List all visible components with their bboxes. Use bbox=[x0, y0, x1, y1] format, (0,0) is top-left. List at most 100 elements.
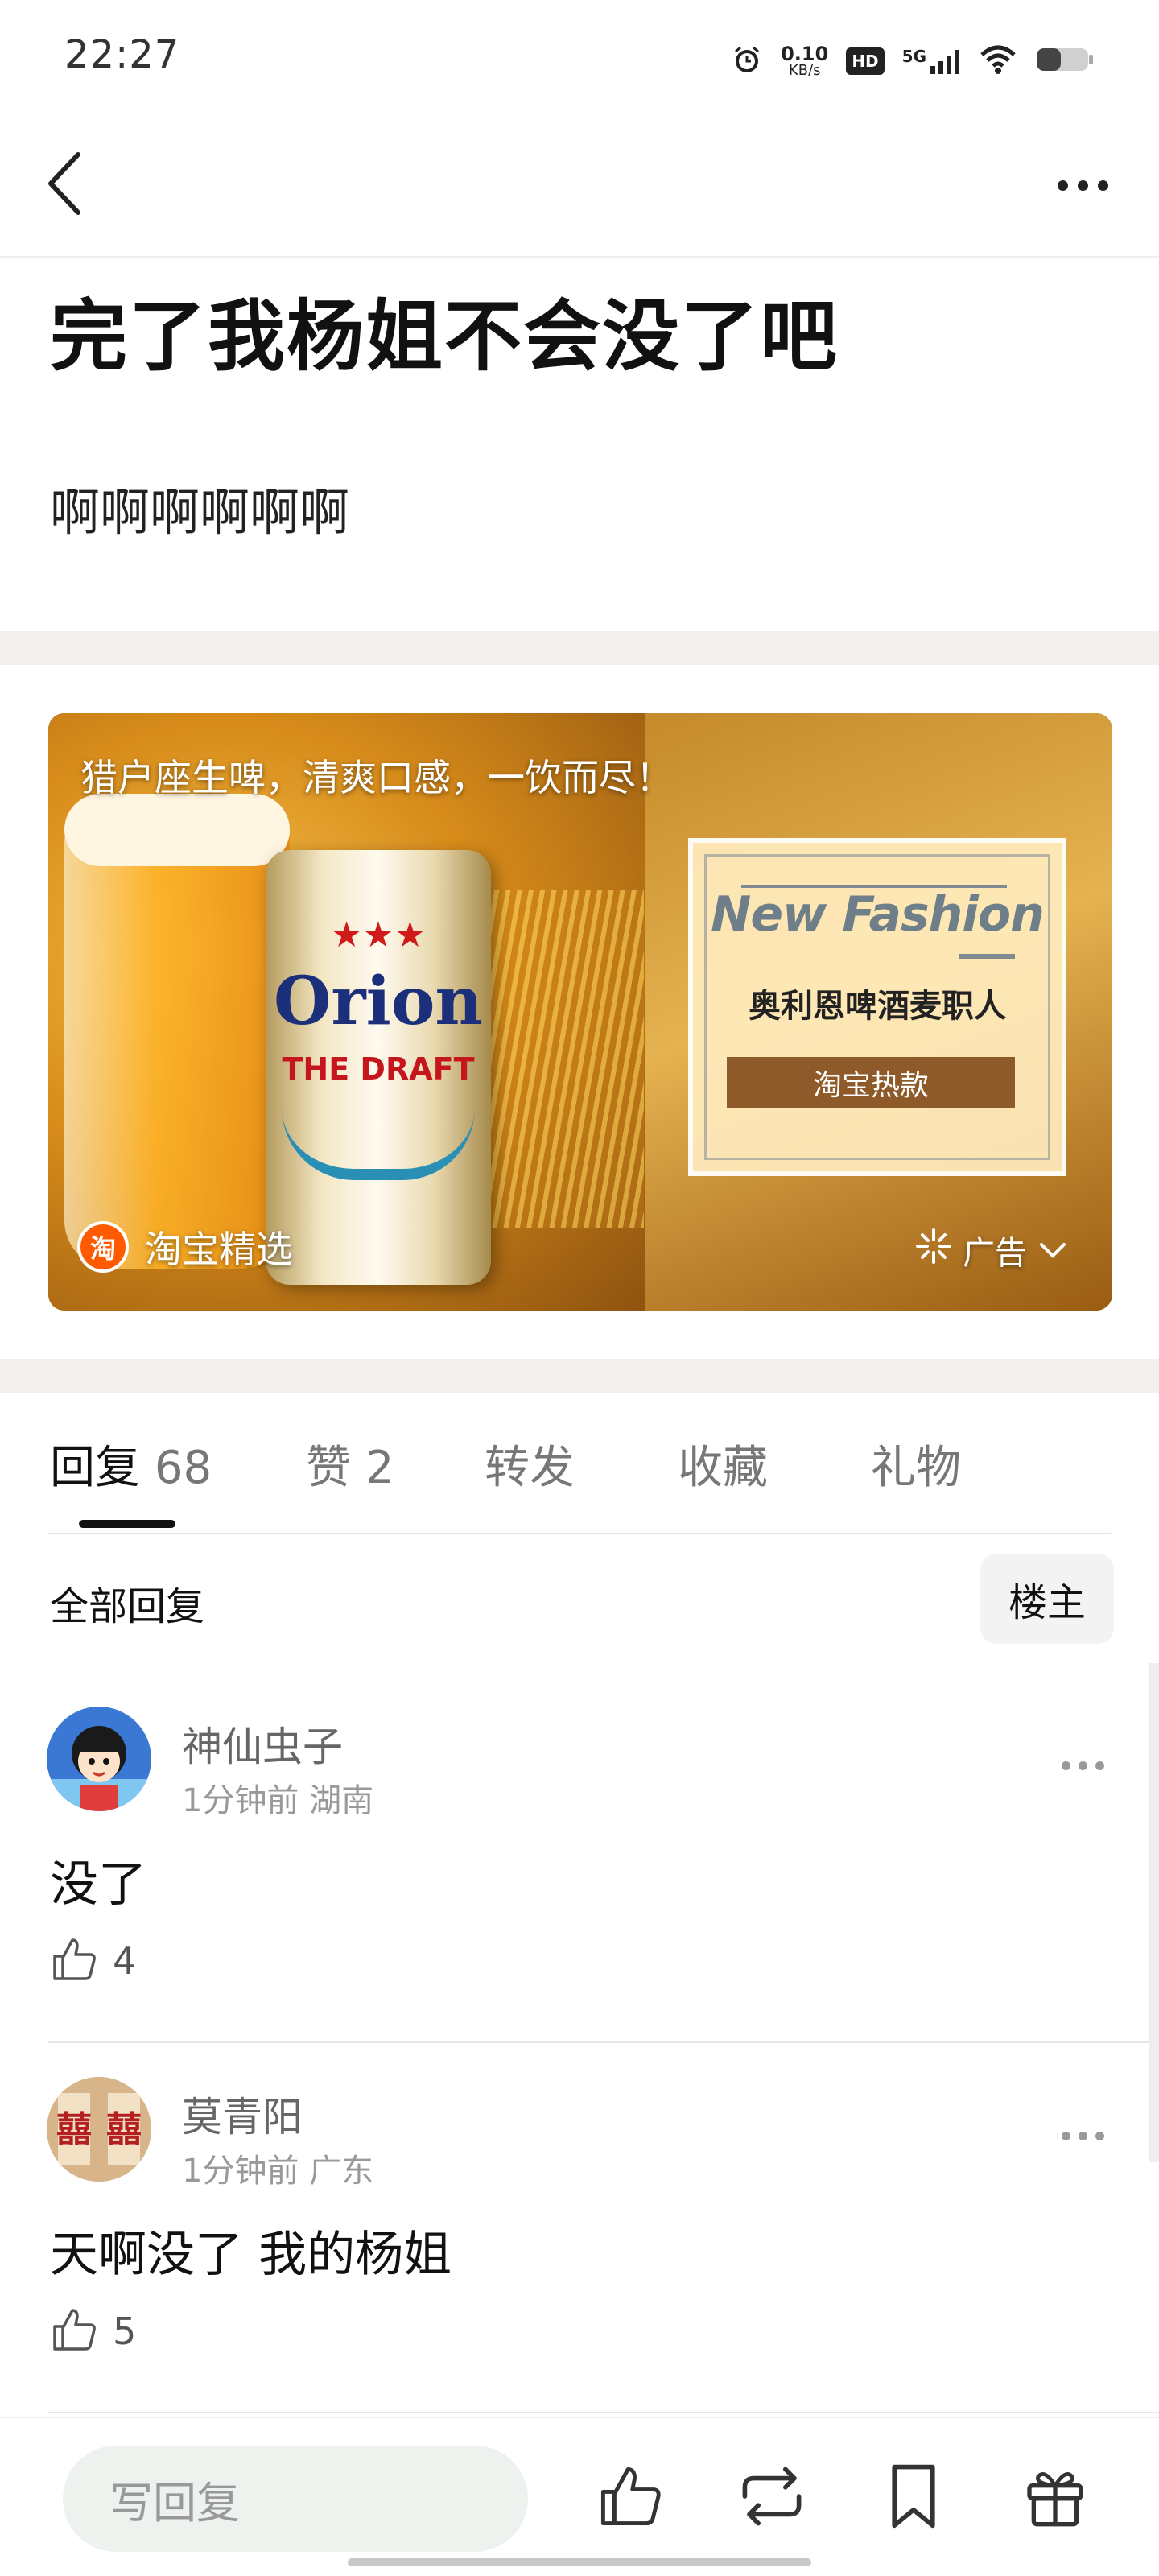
more-dot bbox=[1077, 180, 1088, 191]
ad-tag-label: 广告 bbox=[963, 1235, 1027, 1272]
thumbs-up-icon bbox=[50, 2306, 98, 2357]
hd-icon: HD bbox=[846, 47, 885, 75]
post-title: 完了我杨姐不会没了吧 bbox=[50, 291, 839, 382]
divider bbox=[48, 2412, 1159, 2413]
status-bar: 22:27 0.10 KB/s HD 5G bbox=[0, 0, 1159, 113]
repost-icon bbox=[736, 2462, 808, 2533]
alarm-icon bbox=[731, 43, 763, 79]
network-speed-unit: KB/s bbox=[788, 62, 821, 79]
ad-card[interactable]: ★★★ Orion THE DRAFT 猎户座生啤，清爽口感，一饮而尽！ New… bbox=[48, 713, 1112, 1311]
ad-source: 淘 淘宝精选 bbox=[77, 1220, 293, 1274]
chevron-down-icon bbox=[1038, 1232, 1067, 1269]
avatar[interactable]: 囍 囍 bbox=[47, 2077, 151, 2182]
more-dot bbox=[1062, 2132, 1070, 2140]
comment-text: 天啊没了 我的杨姐 bbox=[50, 2227, 452, 2283]
ad-hot-button[interactable]: 淘宝热款 bbox=[727, 1057, 1015, 1108]
beer-can-illustration: ★★★ Orion THE DRAFT bbox=[266, 850, 491, 1285]
comment-more-button[interactable] bbox=[1062, 2132, 1104, 2140]
tab-label: 收藏 bbox=[678, 1442, 768, 1494]
comment-text: 没了 bbox=[50, 1856, 146, 1913]
divider bbox=[48, 1533, 1111, 1534]
comment-like-count: 4 bbox=[113, 1939, 137, 1983]
more-options-button[interactable] bbox=[1038, 153, 1127, 217]
battery-icon bbox=[1035, 43, 1095, 79]
chevron-left-icon bbox=[44, 151, 85, 219]
ad-promo-box: New Fashion 奥利恩啤酒麦职人 淘宝热款 bbox=[688, 838, 1066, 1176]
wifi-icon bbox=[979, 43, 1017, 79]
avatar[interactable] bbox=[47, 1707, 151, 1811]
comment-time: 1分钟前 bbox=[182, 1782, 299, 1819]
interaction-tabs: 回复 68 赞 2 转发 收藏 礼物 bbox=[0, 1393, 1159, 1534]
status-time: 22:27 bbox=[64, 32, 180, 77]
can-subtitle: THE DRAFT bbox=[282, 1051, 475, 1087]
reply-input[interactable]: 写回复 bbox=[63, 2446, 528, 2552]
comment-more-button[interactable] bbox=[1062, 1761, 1104, 1770]
repost-button[interactable] bbox=[728, 2454, 816, 2542]
svg-text:囍: 囍 bbox=[56, 2109, 92, 2150]
like-button[interactable] bbox=[586, 2454, 674, 2542]
comment-meta: 1分钟前 湖南 bbox=[182, 1774, 373, 1821]
comment-time: 1分钟前 bbox=[182, 2153, 299, 2190]
fashion-underline-short bbox=[959, 954, 1015, 959]
beer-foam-illustration bbox=[64, 794, 290, 866]
network-speed: 0.10 KB/s bbox=[781, 44, 828, 78]
beer-glass-illustration bbox=[64, 818, 290, 1269]
status-icons: 0.10 KB/s HD 5G bbox=[731, 39, 1095, 84]
ad-fashion-label: New Fashion bbox=[711, 886, 1045, 943]
svg-text:囍: 囍 bbox=[106, 2109, 142, 2150]
tab-favorites[interactable]: 收藏 bbox=[678, 1431, 768, 1496]
comment-like-count: 5 bbox=[113, 2310, 137, 2353]
reply-filter-row: 全部回复 楼主 bbox=[0, 1538, 1159, 1666]
bookmark-icon bbox=[885, 2462, 942, 2533]
home-indicator[interactable] bbox=[348, 2558, 811, 2566]
back-button[interactable] bbox=[32, 145, 97, 225]
gift-button[interactable] bbox=[1011, 2454, 1099, 2542]
tab-label: 礼物 bbox=[871, 1442, 961, 1494]
more-dot bbox=[1062, 1761, 1070, 1770]
tab-gifts[interactable]: 礼物 bbox=[871, 1431, 961, 1496]
owner-only-button[interactable]: 楼主 bbox=[980, 1554, 1114, 1644]
thumbs-up-icon bbox=[50, 1935, 98, 1987]
tab-likes[interactable]: 赞 2 bbox=[306, 1431, 394, 1496]
all-replies-label[interactable]: 全部回复 bbox=[50, 1575, 204, 1631]
comment-meta: 1分钟前 广东 bbox=[182, 2145, 373, 2191]
gift-icon bbox=[1023, 2462, 1087, 2533]
more-dot bbox=[1097, 180, 1108, 191]
ad-tag-button[interactable]: 广告 bbox=[916, 1227, 1067, 1274]
ad-caption: 猎户座生啤，清爽口感，一饮而尽！ bbox=[80, 756, 673, 799]
tab-active-indicator bbox=[79, 1520, 175, 1528]
taobao-icon: 淘 bbox=[77, 1221, 129, 1273]
tab-replies[interactable]: 回复 68 bbox=[50, 1431, 212, 1496]
bottom-action-bar: 写回复 bbox=[0, 2417, 1159, 2576]
more-dot bbox=[1095, 1761, 1104, 1770]
section-separator bbox=[0, 1359, 1159, 1393]
divider bbox=[48, 2041, 1159, 2043]
bookmark-button[interactable] bbox=[869, 2454, 958, 2542]
network-speed-value: 0.10 bbox=[781, 43, 829, 65]
can-wave-decoration bbox=[282, 1108, 475, 1180]
tab-count: 68 bbox=[154, 1442, 212, 1494]
can-stars: ★★★ bbox=[330, 914, 427, 956]
more-dot bbox=[1057, 180, 1068, 191]
tab-reposts[interactable]: 转发 bbox=[485, 1431, 575, 1496]
tab-label: 赞 bbox=[306, 1442, 351, 1494]
comment-author[interactable]: 莫青阳 bbox=[182, 2085, 303, 2143]
like-icon bbox=[596, 2462, 664, 2533]
comment-location: 广东 bbox=[309, 2153, 374, 2190]
network-type: 5G bbox=[901, 47, 926, 66]
comment-author[interactable]: 神仙虫子 bbox=[182, 1715, 343, 1773]
5g-signal-icon: 5G bbox=[902, 47, 961, 76]
wheat-illustration bbox=[483, 890, 644, 1228]
tab-count: 2 bbox=[365, 1442, 394, 1494]
ad-source-label: 淘宝精选 bbox=[145, 1228, 293, 1271]
comment-like-button[interactable]: 5 bbox=[50, 2306, 136, 2357]
nav-bar bbox=[0, 129, 1159, 258]
can-brand: Orion bbox=[273, 963, 484, 1040]
scrollbar[interactable] bbox=[1149, 1663, 1159, 2162]
more-dot bbox=[1079, 2132, 1087, 2140]
more-dot bbox=[1079, 1761, 1087, 1770]
comment-like-button[interactable]: 4 bbox=[50, 1935, 136, 1987]
comment-location: 湖南 bbox=[309, 1782, 374, 1819]
ad-product-name: 奥利恩啤酒麦职人 bbox=[749, 988, 1006, 1025]
tab-label: 转发 bbox=[485, 1442, 575, 1494]
